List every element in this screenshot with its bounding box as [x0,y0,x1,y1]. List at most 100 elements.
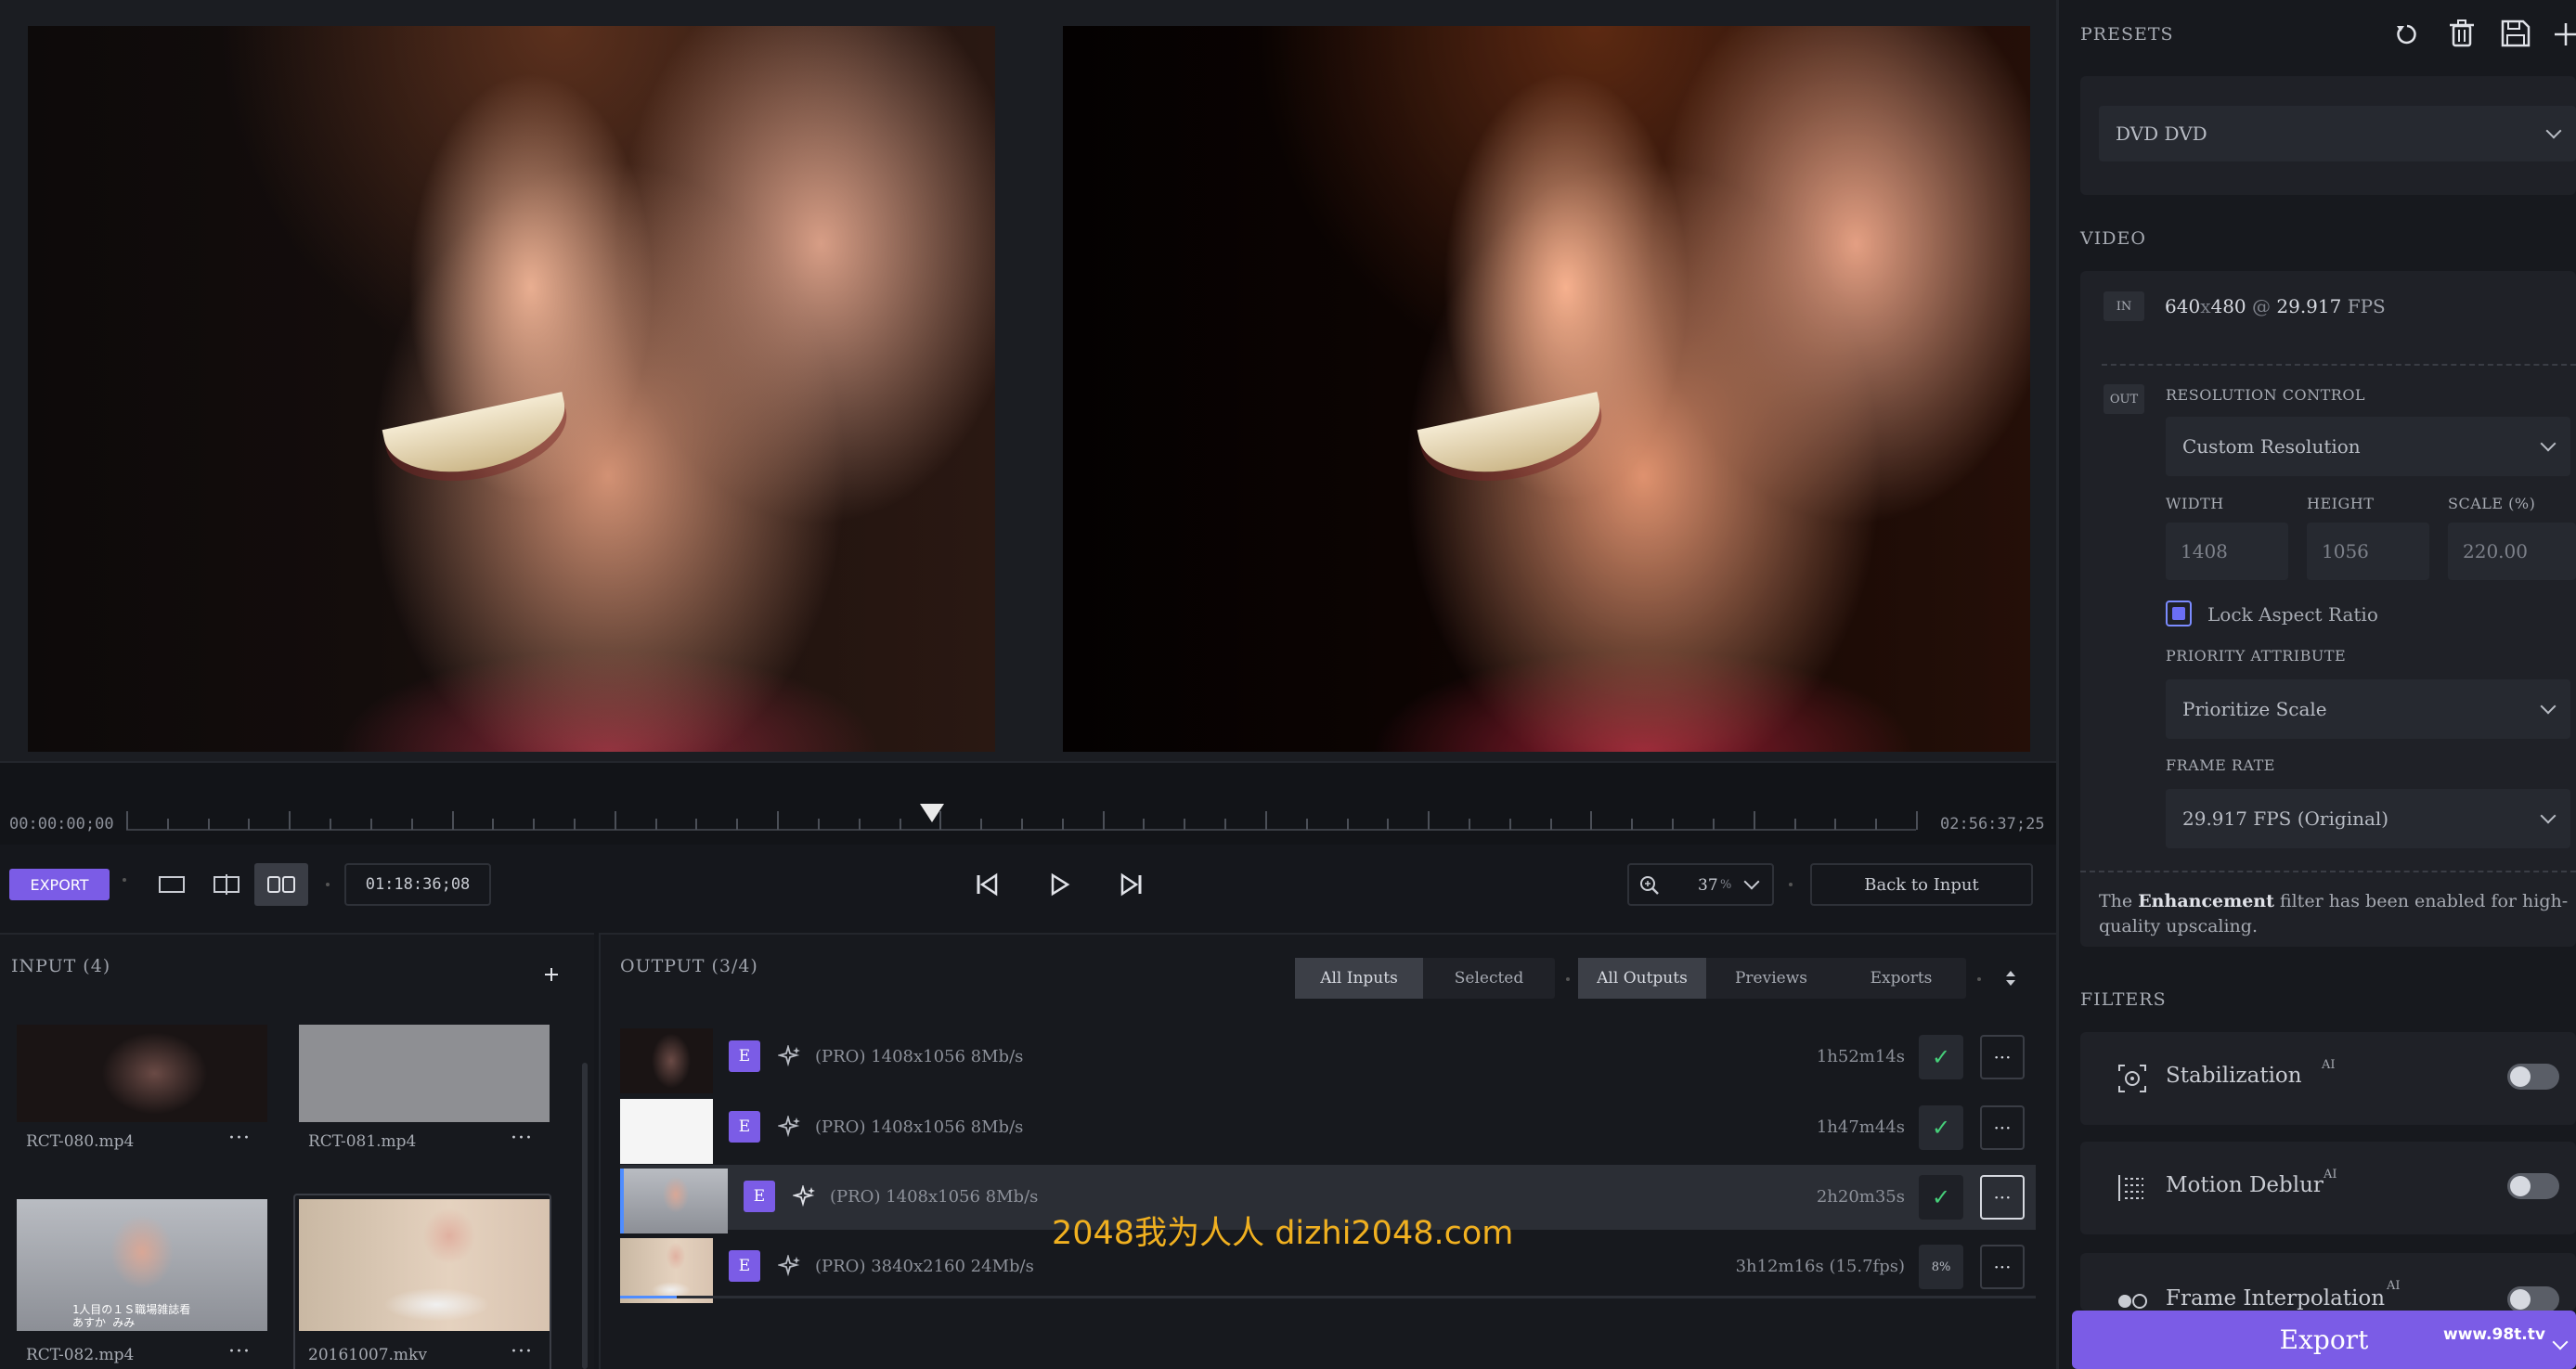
timeline-tick [1631,819,1634,830]
input-more-button[interactable]: ··· [228,1127,251,1150]
timeline-tick [1469,819,1470,830]
input-file-card[interactable]: RCT-080.mp4 ··· [13,1025,271,1210]
play-button[interactable] [1038,863,1081,906]
output-more-button[interactable]: ··· [1980,1175,2025,1220]
add-input-button[interactable] [542,965,561,984]
filter-card-stabilization[interactable]: Stabilization AI [2080,1032,2576,1125]
lock-aspect-checkbox[interactable] [2166,601,2192,626]
timeline-tick [1387,819,1390,830]
split-view-button[interactable] [200,863,253,906]
stabilization-toggle[interactable] [2507,1064,2559,1090]
step-back-icon [977,872,998,897]
timeline-tick [1834,819,1837,830]
chevron-down-icon [2545,123,2562,139]
input-preview-pane[interactable] [28,26,995,752]
next-frame-button[interactable] [1110,863,1153,906]
input-file-name: RCT-081.mp4 [308,1132,417,1151]
frame-interpolation-toggle[interactable] [2507,1286,2559,1311]
filter-name: Stabilization [2166,1064,2302,1088]
input-file-card[interactable]: RCT-081.mp4 ··· [295,1025,553,1210]
filter-name: Frame Interpolation [2166,1286,2386,1311]
side-by-side-view-button[interactable] [254,863,308,906]
width-input[interactable]: 1408 [2166,523,2288,580]
timeline-tick [1346,819,1349,830]
filter-exports[interactable]: Exports [1836,958,1966,999]
presets-title: PRESETS [2080,24,2174,45]
frame-rate-select[interactable]: 29.917 FPS (Original) [2166,789,2570,848]
output-more-button[interactable]: ··· [1980,1105,2025,1150]
filter-card-frame-interpolation[interactable]: Frame Interpolation AI [2080,1253,2576,1311]
play-icon [1051,872,1070,897]
filter-selected[interactable]: Selected [1423,958,1555,999]
step-forward-icon [1120,872,1142,897]
scale-input[interactable]: 220.00 [2448,523,2576,580]
input-thumbnail: 1人目の１Ｓ職場雑誌看 あすか みみ [17,1199,267,1331]
save-preset-button[interactable] [2500,19,2531,52]
status-done-button[interactable]: ✓ [1919,1105,1963,1150]
output-description: (PRO) 1408x1056 8Mb/s [830,1187,1039,1207]
sort-button[interactable] [2003,965,2018,991]
delete-preset-button[interactable] [2447,19,2477,52]
check-icon: ✓ [1931,1044,1951,1070]
zoom-control[interactable]: 37 % [1627,863,1774,906]
output-description: (PRO) 1408x1056 8Mb/s [815,1047,1024,1066]
preset-select[interactable]: DVD DVD [2099,106,2576,161]
input-more-button[interactable]: ··· [228,1340,251,1363]
output-row[interactable]: E (PRO) 1408x1056 8Mb/s 1h47m44s ✓ ··· [620,1095,2036,1164]
separator-dot [123,878,126,882]
input-panel-title: INPUT (4) [11,956,111,976]
output-duration: 1h47m44s [1816,1117,1905,1137]
input-thumbnail [17,1025,267,1122]
output-more-button[interactable]: ··· [1980,1245,2025,1289]
timeline-playhead[interactable] [919,804,944,822]
status-done-button[interactable]: ✓ [1919,1175,1963,1220]
current-time-field[interactable]: 01:18:36;08 [344,863,491,906]
filter-previews[interactable]: Previews [1706,958,1836,999]
filter-card-motion-deblur[interactable]: Motion Deblur AI [2080,1142,2576,1234]
input-scrollbar[interactable] [582,1063,588,1369]
priority-attribute-select[interactable]: Prioritize Scale [2166,679,2570,739]
single-view-button[interactable] [145,863,199,906]
output-preview-pane[interactable] [1063,26,2030,752]
export-button[interactable]: EXPORT [9,869,110,900]
at-separator: @ [2252,295,2272,317]
resolution-control-select[interactable]: Custom Resolution [2166,417,2570,476]
output-more-button[interactable]: ··· [1980,1035,2025,1079]
add-preset-button[interactable] [2553,20,2576,52]
width-label: WIDTH [2166,495,2224,512]
timeline-tick [1305,819,1308,830]
reset-preset-button[interactable] [2393,20,2421,52]
timeline-tick [858,819,861,830]
input-more-button[interactable]: ··· [511,1340,533,1363]
previous-frame-button[interactable] [965,863,1008,906]
timeline-tick [1549,819,1552,830]
input-file-card[interactable]: 1人目の１Ｓ職場雑誌看 あすか みみ RCT-082.mp4 ··· [13,1195,271,1369]
filter-all-inputs[interactable]: All Inputs [1295,958,1423,999]
fps-unit: FPS [2347,295,2386,317]
resolution-control-label: RESOLUTION CONTROL [2166,386,2366,404]
input-file-card-selected[interactable]: 20161007.mkv ··· [293,1194,551,1369]
timeline-tick [1590,811,1593,830]
preset-value: DVD DVD [2116,123,2207,145]
divider [2102,364,2576,366]
export-label: Export [2279,1324,2369,1355]
output-row[interactable]: E (PRO) 1408x1056 8Mb/s 1h52m14s ✓ ··· [620,1025,2036,1093]
height-input[interactable]: 1056 [2307,523,2429,580]
status-done-button[interactable]: ✓ [1919,1035,1963,1079]
sparkle-icon [793,1185,815,1208]
motion-deblur-toggle[interactable] [2507,1173,2559,1199]
resolution-control-value: Custom Resolution [2182,435,2361,458]
timeline-tick [777,811,780,830]
timeline-tick [1508,819,1511,830]
timeline-tick [1672,819,1675,830]
input-more-button[interactable]: ··· [511,1127,533,1150]
zoom-unit: % [1720,878,1732,892]
side-by-side-view-icon [267,876,295,893]
output-thumbnail [620,1169,728,1233]
back-to-input-button[interactable]: Back to Input [1810,863,2033,906]
note-bold: Enhancement [2138,891,2274,911]
plus-icon [545,968,558,981]
timeline-tick [817,819,820,830]
filter-all-outputs[interactable]: All Outputs [1578,958,1706,999]
lock-aspect-label: Lock Aspect Ratio [2207,603,2378,626]
